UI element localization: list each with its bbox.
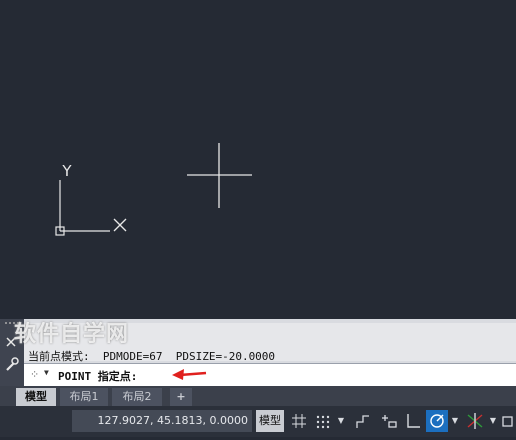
chevron-down-icon[interactable]: ▼ <box>336 410 346 432</box>
dynamic-input-icon[interactable] <box>378 410 400 432</box>
ortho-icon[interactable] <box>402 410 424 432</box>
watermark: 软件自学网 <box>14 322 130 347</box>
wrench-icon[interactable] <box>6 357 19 371</box>
ucs-icon: Y <box>55 162 127 236</box>
coordinate-readout[interactable]: 127.9027, 45.1813, 0.0000 <box>72 410 252 432</box>
command-recent-icon[interactable]: ⁘ <box>30 368 39 381</box>
object-snap-icon[interactable] <box>500 410 516 432</box>
status-bar: 127.9027, 45.1813, 0.0000 模型 ▼ ▼ ▼ <box>0 406 516 437</box>
tab-layout1[interactable]: 布局1 <box>60 388 108 406</box>
drawing-canvas[interactable]: Y <box>0 0 516 319</box>
chevron-down-icon[interactable]: ▼ <box>488 410 498 432</box>
canvas-svg: Y <box>55 143 252 236</box>
tab-model[interactable]: 模型 <box>16 388 56 406</box>
history-line-2: 当前点模式: PDMODE=67 PDSIZE=-20.0000 <box>28 350 276 363</box>
isometric-icon[interactable] <box>464 410 486 432</box>
grid-icon[interactable] <box>288 410 310 432</box>
arrow-icon <box>172 369 207 380</box>
snap-icon[interactable] <box>312 410 334 432</box>
polar-tracking-icon[interactable] <box>426 410 448 432</box>
command-prompt: POINT 指定点: <box>58 370 138 383</box>
point-marker <box>187 143 252 208</box>
command-input[interactable]: ⁘ ▼ POINT 指定点: <box>24 363 516 386</box>
infer-constraints-icon[interactable] <box>352 410 374 432</box>
tab-layout2[interactable]: 布局2 <box>112 388 162 406</box>
chevron-down-icon[interactable]: ▼ <box>450 410 460 432</box>
model-space-button[interactable]: 模型 <box>256 410 284 432</box>
ucs-y-label: Y <box>61 162 72 180</box>
chevron-down-icon[interactable]: ▼ <box>44 368 49 377</box>
layout-tabs: 模型 布局1 布局2 + <box>0 386 516 406</box>
tab-add[interactable]: + <box>170 388 192 406</box>
command-panel: 当前点模式: PDMODE=67 PDSIZE=-20.0000 软件自学网 ⁘… <box>0 319 516 386</box>
